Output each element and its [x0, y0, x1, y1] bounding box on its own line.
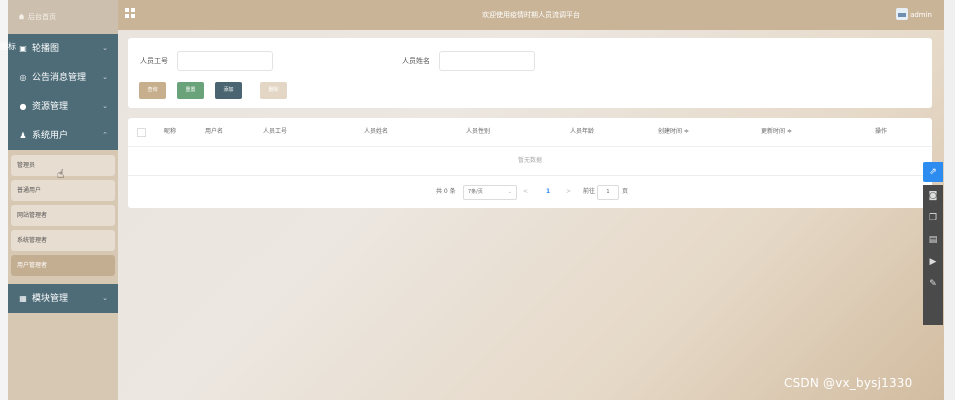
column-header: 人员性别: [466, 128, 491, 135]
bottom-frame-edge: [0, 400, 955, 405]
drop-icon: ●: [19, 102, 27, 111]
sidebar-item-resources[interactable]: ● 资源管理 ⌄: [8, 92, 118, 121]
submenu-item-normal-user[interactable]: 普通用户: [11, 180, 115, 201]
goto-label: 前往: [583, 188, 596, 195]
staff-name-input[interactable]: [439, 51, 535, 71]
table-header: 昵称 用户名 人员工号 人员姓名 人员性别 人员年龄 创建时间 ≑ 更新时间 ≑…: [128, 118, 932, 147]
floating-toolbar: ⇗ ◙ ❐ ▤ ▶ ✎: [923, 162, 943, 325]
camera-icon[interactable]: ◙: [923, 185, 943, 207]
username-label[interactable]: admin: [910, 0, 932, 30]
right-frame-edge: [944, 0, 955, 405]
sidebar-item-notices[interactable]: ◎ 公告消息管理 ⌄: [8, 63, 118, 92]
grid-icon: ▦: [19, 294, 27, 303]
sidebar-item-label: 资源管理: [32, 102, 69, 112]
staff-id-label: 人员工号: [140, 57, 168, 65]
sidebar-item-modules[interactable]: ▦ 模块管理 ⌄: [8, 284, 118, 313]
submenu-item-site-manager[interactable]: 网站管理者: [11, 205, 115, 226]
column-header: 操作: [875, 128, 888, 135]
watermark: CSDN @vx_bysj1330: [784, 376, 913, 390]
chevron-down-icon: ⌄: [102, 102, 108, 110]
home-icon: [18, 13, 25, 20]
column-header: 昵称: [164, 128, 177, 135]
overlapping-label: 图标: [0, 42, 16, 51]
user-icon: ♟: [19, 131, 27, 140]
pagination-total: 共 0 条: [436, 188, 456, 195]
avatar[interactable]: [896, 8, 908, 20]
page-title: 欢迎使用疫情时期人员流调平台: [482, 11, 580, 19]
page-size-select[interactable]: 7条/页 ⌄: [463, 185, 517, 200]
sidebar-item-label: 模块管理: [32, 294, 69, 304]
staff-id-input[interactable]: [177, 51, 273, 71]
sidebar: 后台首页 ▣ 轮播图 ⌄ ◎ 公告消息管理 ⌄ ● 资源管理 ⌄ ♟ 系统用户 ⌃ 管理员 普通…: [8, 0, 118, 400]
video-icon[interactable]: ▶: [923, 251, 943, 273]
window-icon[interactable]: ❐: [923, 207, 943, 229]
reset-button[interactable]: 重置: [177, 82, 204, 99]
card-icon[interactable]: ▤: [923, 229, 943, 251]
sidebar-item-carousel[interactable]: ▣ 轮播图 ⌄: [8, 34, 118, 63]
sidebar-item-label: 轮播图: [32, 44, 60, 54]
chevron-down-icon: ⌄: [507, 189, 512, 195]
empty-state: 暂无数据: [128, 147, 932, 176]
sidebar-item-label: 公告消息管理: [32, 73, 87, 83]
column-header: 人员年龄: [570, 128, 595, 135]
chevron-up-icon: ⌃: [102, 131, 108, 139]
page-unit-label: 页: [622, 188, 629, 195]
next-page-button[interactable]: >: [566, 185, 571, 199]
column-header: 人员姓名: [364, 128, 389, 135]
goto-page-input[interactable]: 1: [597, 185, 619, 200]
column-header[interactable]: 更新时间 ≑: [761, 118, 792, 146]
select-all-checkbox[interactable]: [137, 128, 146, 137]
add-button[interactable]: 添加: [215, 82, 242, 99]
prev-page-button[interactable]: <: [523, 185, 528, 199]
column-header: 人员工号: [263, 128, 288, 135]
top-bar: 欢迎使用疫情时期人员流调平台 admin: [118, 0, 944, 30]
sidebar-item-label: 系统用户: [32, 131, 69, 141]
hand-cursor-icon: ☝: [57, 167, 65, 181]
data-table: 昵称 用户名 人员工号 人员姓名 人员性别 人员年龄 创建时间 ≑ 更新时间 ≑…: [128, 118, 932, 208]
chevron-down-icon: ⌄: [102, 44, 108, 52]
staff-name-label: 人员姓名: [402, 57, 430, 65]
sidebar-item-system-users[interactable]: ♟ 系统用户 ⌃: [8, 121, 118, 150]
image-icon: ▣: [19, 44, 27, 53]
search-panel: 人员工号 人员姓名 查询 重置 添加 删除: [128, 38, 932, 108]
sidebar-home-label: 后台首页: [28, 13, 56, 21]
page-size-value: 7条/页: [468, 189, 483, 195]
current-page[interactable]: 1: [546, 185, 550, 199]
query-button[interactable]: 查询: [139, 82, 166, 99]
pen-icon[interactable]: ✎: [923, 273, 943, 295]
delete-button[interactable]: 删除: [260, 82, 287, 99]
chevron-down-icon: ⌄: [102, 73, 108, 81]
sidebar-home-link[interactable]: 后台首页: [8, 0, 118, 34]
left-frame-edge: [0, 0, 8, 405]
share-icon[interactable]: ⇗: [923, 162, 943, 182]
chevron-down-icon: ⌄: [102, 294, 108, 302]
column-header[interactable]: 创建时间 ≑: [658, 118, 689, 146]
submenu-item-user-manager[interactable]: 用户管理者: [11, 255, 115, 276]
column-header: 用户名: [205, 128, 224, 135]
submenu-item-system-manager[interactable]: 系统管理者: [11, 230, 115, 251]
info-circle-icon: ◎: [19, 73, 27, 82]
